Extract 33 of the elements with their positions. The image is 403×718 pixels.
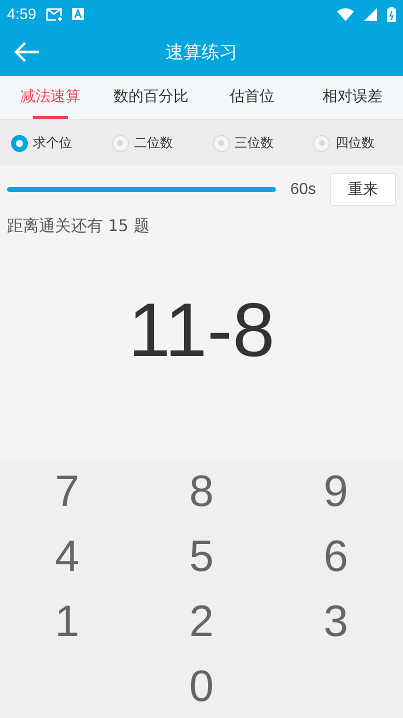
battery-icon [387, 6, 396, 22]
radio-option[interactable]: 求个位 [0, 133, 101, 153]
back-arrow-icon [14, 42, 40, 62]
status-time: 4:59 [7, 6, 36, 22]
radio-label: 二位数 [134, 135, 173, 152]
tab[interactable]: 相对误差 [302, 76, 403, 119]
keypad-key[interactable]: 5 [134, 524, 269, 589]
keypad-key[interactable]: 4 [0, 524, 134, 589]
keypad-key[interactable]: 7 [0, 459, 134, 524]
keypad-key[interactable]: 1 [0, 589, 134, 654]
remaining-text: 距离通关还有 15 题 [7, 216, 150, 237]
screen-title: 速算练习 [166, 41, 238, 64]
wifi-icon [337, 8, 354, 20]
signal-icon [364, 8, 377, 20]
keypad-key[interactable]: 0 [134, 654, 269, 718]
radio-option[interactable]: 二位数 [100, 133, 202, 153]
keypad-key[interactable]: 2 [134, 589, 269, 654]
timer-reading: 60s [290, 180, 316, 198]
radio-option[interactable]: 三位数 [202, 133, 302, 153]
app-notification-icon [72, 8, 84, 20]
radio-option[interactable]: 四位数 [302, 133, 403, 153]
tab[interactable]: 数的百分比 [100, 76, 202, 119]
keypad-key[interactable]: 9 [268, 459, 403, 524]
tab[interactable]: 估首位 [202, 76, 302, 119]
restart-button[interactable]: 重来 [330, 173, 396, 206]
mail-icon [46, 8, 62, 20]
question-text: 11-8 [128, 287, 275, 374]
keypad-key[interactable]: 8 [134, 459, 269, 524]
radio-label: 三位数 [234, 135, 274, 152]
radio-label: 求个位 [33, 135, 72, 152]
keypad-key[interactable]: 6 [268, 524, 403, 589]
keypad-key[interactable]: 3 [268, 589, 403, 654]
radio-label: 四位数 [335, 135, 374, 152]
